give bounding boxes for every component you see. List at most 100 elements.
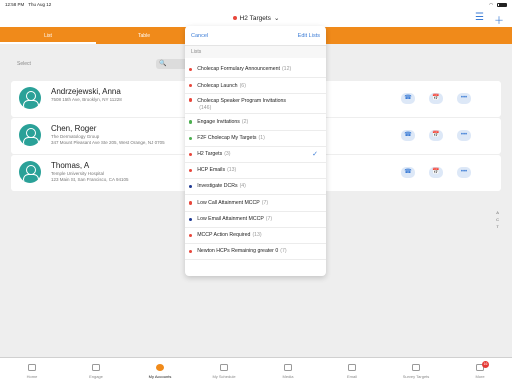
notification-badge: 16 (482, 361, 489, 368)
calendar-icon[interactable]: 📅 (429, 167, 443, 178)
battery-icon (497, 2, 507, 7)
home-icon (28, 363, 36, 371)
list-item-label: H2 Targets (197, 151, 223, 158)
status-right: ◠ (489, 2, 507, 8)
my-schedule-icon (220, 363, 228, 371)
edit-lists-button[interactable]: Edit Lists (298, 33, 320, 39)
bottom-tab-bar: Home Engage My Accounts My Schedule Media Ema… (0, 357, 512, 384)
list-item-label: HCP Emails (197, 167, 226, 174)
list-item-label: Cholecap Speaker Program Invitations (197, 98, 286, 105)
more-icon[interactable]: ••• (457, 167, 471, 178)
list-color-dot (189, 217, 193, 221)
nav-title: H2 Targets (239, 14, 271, 22)
more-icon[interactable]: ••• (457, 93, 471, 104)
my-accounts-icon (156, 363, 164, 371)
account-address: Temple University Hospital 123 Main St, … (51, 171, 129, 183)
alpha-index[interactable]: A C T (496, 209, 499, 230)
list-item[interactable]: Low Email Attainment MCCP (7) (185, 212, 326, 228)
list-item[interactable]: HCP Emails (13) (185, 163, 326, 180)
tab-survey-targets[interactable]: Survey Targets (384, 358, 448, 384)
tab-my-schedule[interactable]: My Schedule (192, 358, 256, 384)
alpha-index-letter[interactable]: C (496, 216, 499, 223)
tab-table[interactable]: Table (96, 27, 192, 44)
call-icon[interactable]: ☎ (401, 130, 415, 141)
list-item-count: (3) (224, 151, 231, 158)
tab-label: My Accounts (148, 373, 172, 379)
list-item-text: H2 Targets (3) (197, 151, 230, 158)
list-item[interactable]: Investigate DCRs (4) (185, 179, 326, 196)
list-item-text: Low Email Attainment MCCP (7) (197, 216, 272, 223)
filter-icon[interactable]: ☰ (475, 12, 484, 27)
account-line2: 123 Main St, San Francisco, CA 94105 (51, 177, 129, 182)
tab-home[interactable]: Home (0, 358, 64, 384)
tab-email[interactable]: Email (320, 358, 384, 384)
tab-list[interactable]: List (0, 27, 96, 44)
list-item-text: Cholecap Formulary Announcement (12) (197, 66, 291, 73)
account-name: Chen, Roger (51, 124, 97, 133)
tab-label: Engage (89, 373, 103, 379)
nav-bar: H2 Targets ⌄ ☰ ＋ (0, 9, 512, 27)
call-icon[interactable]: ☎ (401, 93, 415, 104)
tab-my-accounts[interactable]: My Accounts (128, 358, 192, 384)
list-item[interactable]: Engage Invitations (2) (185, 114, 326, 131)
list-item[interactable]: Cholecap Speaker Program Invitations (146… (185, 94, 326, 115)
tab-label: More (475, 373, 485, 379)
list-selector[interactable]: H2 Targets ⌄ (232, 14, 279, 22)
email-icon (348, 363, 356, 371)
list-item-count: (2) (241, 118, 249, 125)
account-actions: ☎ 📅 ••• (401, 93, 471, 104)
tab-label: My Schedule (212, 373, 236, 379)
alpha-index-letter[interactable]: A (496, 209, 499, 216)
calendar-icon[interactable]: 📅 (429, 130, 443, 141)
account-name: Andrzejewski, Anna (51, 87, 121, 96)
list-item-label: Investigate DCRs (197, 183, 238, 190)
tab-list-label: List (44, 32, 52, 39)
list-item-text: Low Call Attainment MCCP (7) (197, 200, 268, 207)
list-color-dot (189, 249, 193, 254)
tab-media[interactable]: Media (256, 358, 320, 384)
list-item-count: (7) (280, 248, 287, 255)
call-icon[interactable]: ☎ (401, 167, 415, 178)
tab-more[interactable]: More 16 (448, 358, 512, 384)
add-icon[interactable]: ＋ (494, 12, 504, 27)
avatar (19, 161, 41, 183)
list-item[interactable]: Newton HCPs Remaining greater 0 (7) (185, 244, 326, 261)
list-color-dot (189, 68, 193, 72)
list-item-label: F2F Cholecap My Targets (197, 134, 257, 141)
survey-targets-icon (412, 363, 420, 371)
avatar (19, 124, 41, 146)
avatar (19, 87, 41, 109)
calendar-icon[interactable]: 📅 (429, 93, 443, 104)
engage-icon (92, 363, 100, 371)
lists-dropdown: Cancel Edit Lists Lists Cholecap Formula… (185, 26, 326, 276)
select-button[interactable]: Select (17, 61, 31, 67)
list-item-label: Cholecap Formulary Announcement (197, 66, 280, 73)
account-actions: ☎ 📅 ••• (401, 130, 471, 141)
checkmark-icon: ✓ (312, 151, 318, 159)
list-color-dot (189, 233, 193, 237)
list-item-label: Engage Invitations (197, 118, 240, 125)
account-line1: 7508 15th Ave, Brooklyn, NY 11228 (51, 97, 122, 102)
list-item[interactable]: Cholecap Launch (6) (185, 78, 326, 95)
tab-label: Media (282, 373, 294, 379)
more-icon[interactable]: ••• (457, 130, 471, 141)
alpha-index-letter[interactable]: T (496, 223, 499, 230)
list-item[interactable]: MCCP Action Required (13) (185, 228, 326, 244)
list-item-text: Cholecap Launch (6) (197, 83, 246, 90)
dropdown-header: Cancel Edit Lists (185, 26, 326, 46)
list-item[interactable]: F2F Cholecap My Targets (1) (185, 131, 326, 147)
list-color-dot (189, 84, 193, 88)
cancel-button[interactable]: Cancel (191, 33, 208, 39)
list-item[interactable]: Low Call Attainment MCCP (7) (185, 195, 326, 212)
list-item-count: (146) (199, 104, 212, 111)
list-item-count: (4) (239, 183, 246, 190)
list-item-count: (13) (227, 167, 237, 174)
list-item[interactable]: Cholecap Formulary Announcement (12) (185, 62, 326, 79)
list-item-label: Low Call Attainment MCCP (197, 199, 260, 206)
list-color-dot (189, 98, 193, 102)
tab-engage[interactable]: Engage (64, 358, 128, 384)
account-actions: ☎ 📅 ••• (401, 167, 471, 178)
account-address: 7508 15th Ave, Brooklyn, NY 11228 (51, 97, 122, 103)
tab-label: Home (26, 373, 38, 379)
list-item[interactable]: H2 Targets (3) ✓ (185, 147, 326, 163)
